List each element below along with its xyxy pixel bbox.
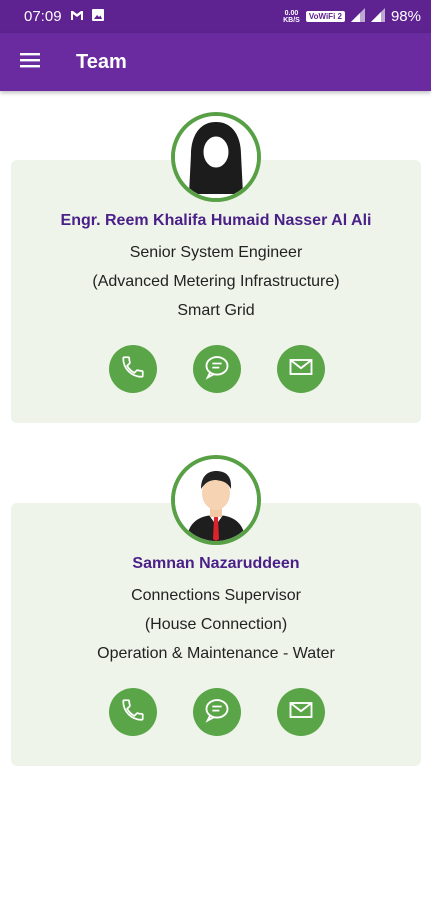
signal-icon-2 [370, 7, 385, 26]
email-button[interactable] [277, 345, 325, 393]
avatar [171, 112, 261, 202]
contact-actions [109, 345, 325, 393]
hijab-avatar-icon [175, 116, 257, 198]
network-speed: 0.00 KB/S [283, 10, 300, 24]
status-time: 07:09 [24, 8, 62, 25]
image-icon [91, 8, 104, 25]
person-name: Samnan Nazaruddeen [132, 555, 300, 572]
person-info: Samnan Nazaruddeen Connections Superviso… [11, 553, 421, 668]
menu-icon [20, 52, 40, 73]
mail-icon [287, 696, 315, 729]
status-bar: 07:09 0.00 KB/S VoWiFi 2 98% [0, 0, 431, 33]
email-button[interactable] [277, 688, 325, 736]
page-title: Team [76, 50, 127, 73]
person-department: Smart Grid [177, 302, 255, 319]
phone-icon [120, 354, 146, 385]
avatar [171, 455, 261, 545]
contact-actions [109, 688, 325, 736]
battery-level: 98% [390, 8, 421, 25]
signal-icon [350, 7, 365, 26]
menu-button[interactable] [0, 33, 60, 91]
chat-icon [203, 696, 231, 729]
person-name: Engr. Reem Khalifa Humaid Nasser Al Ali [60, 212, 372, 229]
gmail-icon [70, 8, 84, 25]
chat-icon [203, 353, 231, 386]
person-title: Senior System Engineer [129, 244, 303, 261]
phone-icon [120, 697, 146, 728]
message-button[interactable] [193, 688, 241, 736]
speed-value: 0.00 [284, 9, 299, 17]
person-info: Engr. Reem Khalifa Humaid Nasser Al Ali … [11, 210, 421, 325]
mail-icon [287, 353, 315, 386]
message-button[interactable] [193, 345, 241, 393]
person-subtitle: (Advanced Metering Infrastructure) [92, 273, 340, 290]
person-department: Operation & Maintenance - Water [97, 645, 335, 662]
call-button[interactable] [109, 688, 157, 736]
businessman-avatar-icon [175, 459, 257, 541]
person-title: Connections Supervisor [131, 587, 301, 604]
call-button[interactable] [109, 345, 157, 393]
app-bar: Team [0, 33, 431, 91]
vowifi-badge: VoWiFi 2 [305, 11, 345, 22]
speed-unit: KB/S [283, 16, 300, 24]
person-subtitle: (House Connection) [144, 616, 288, 633]
